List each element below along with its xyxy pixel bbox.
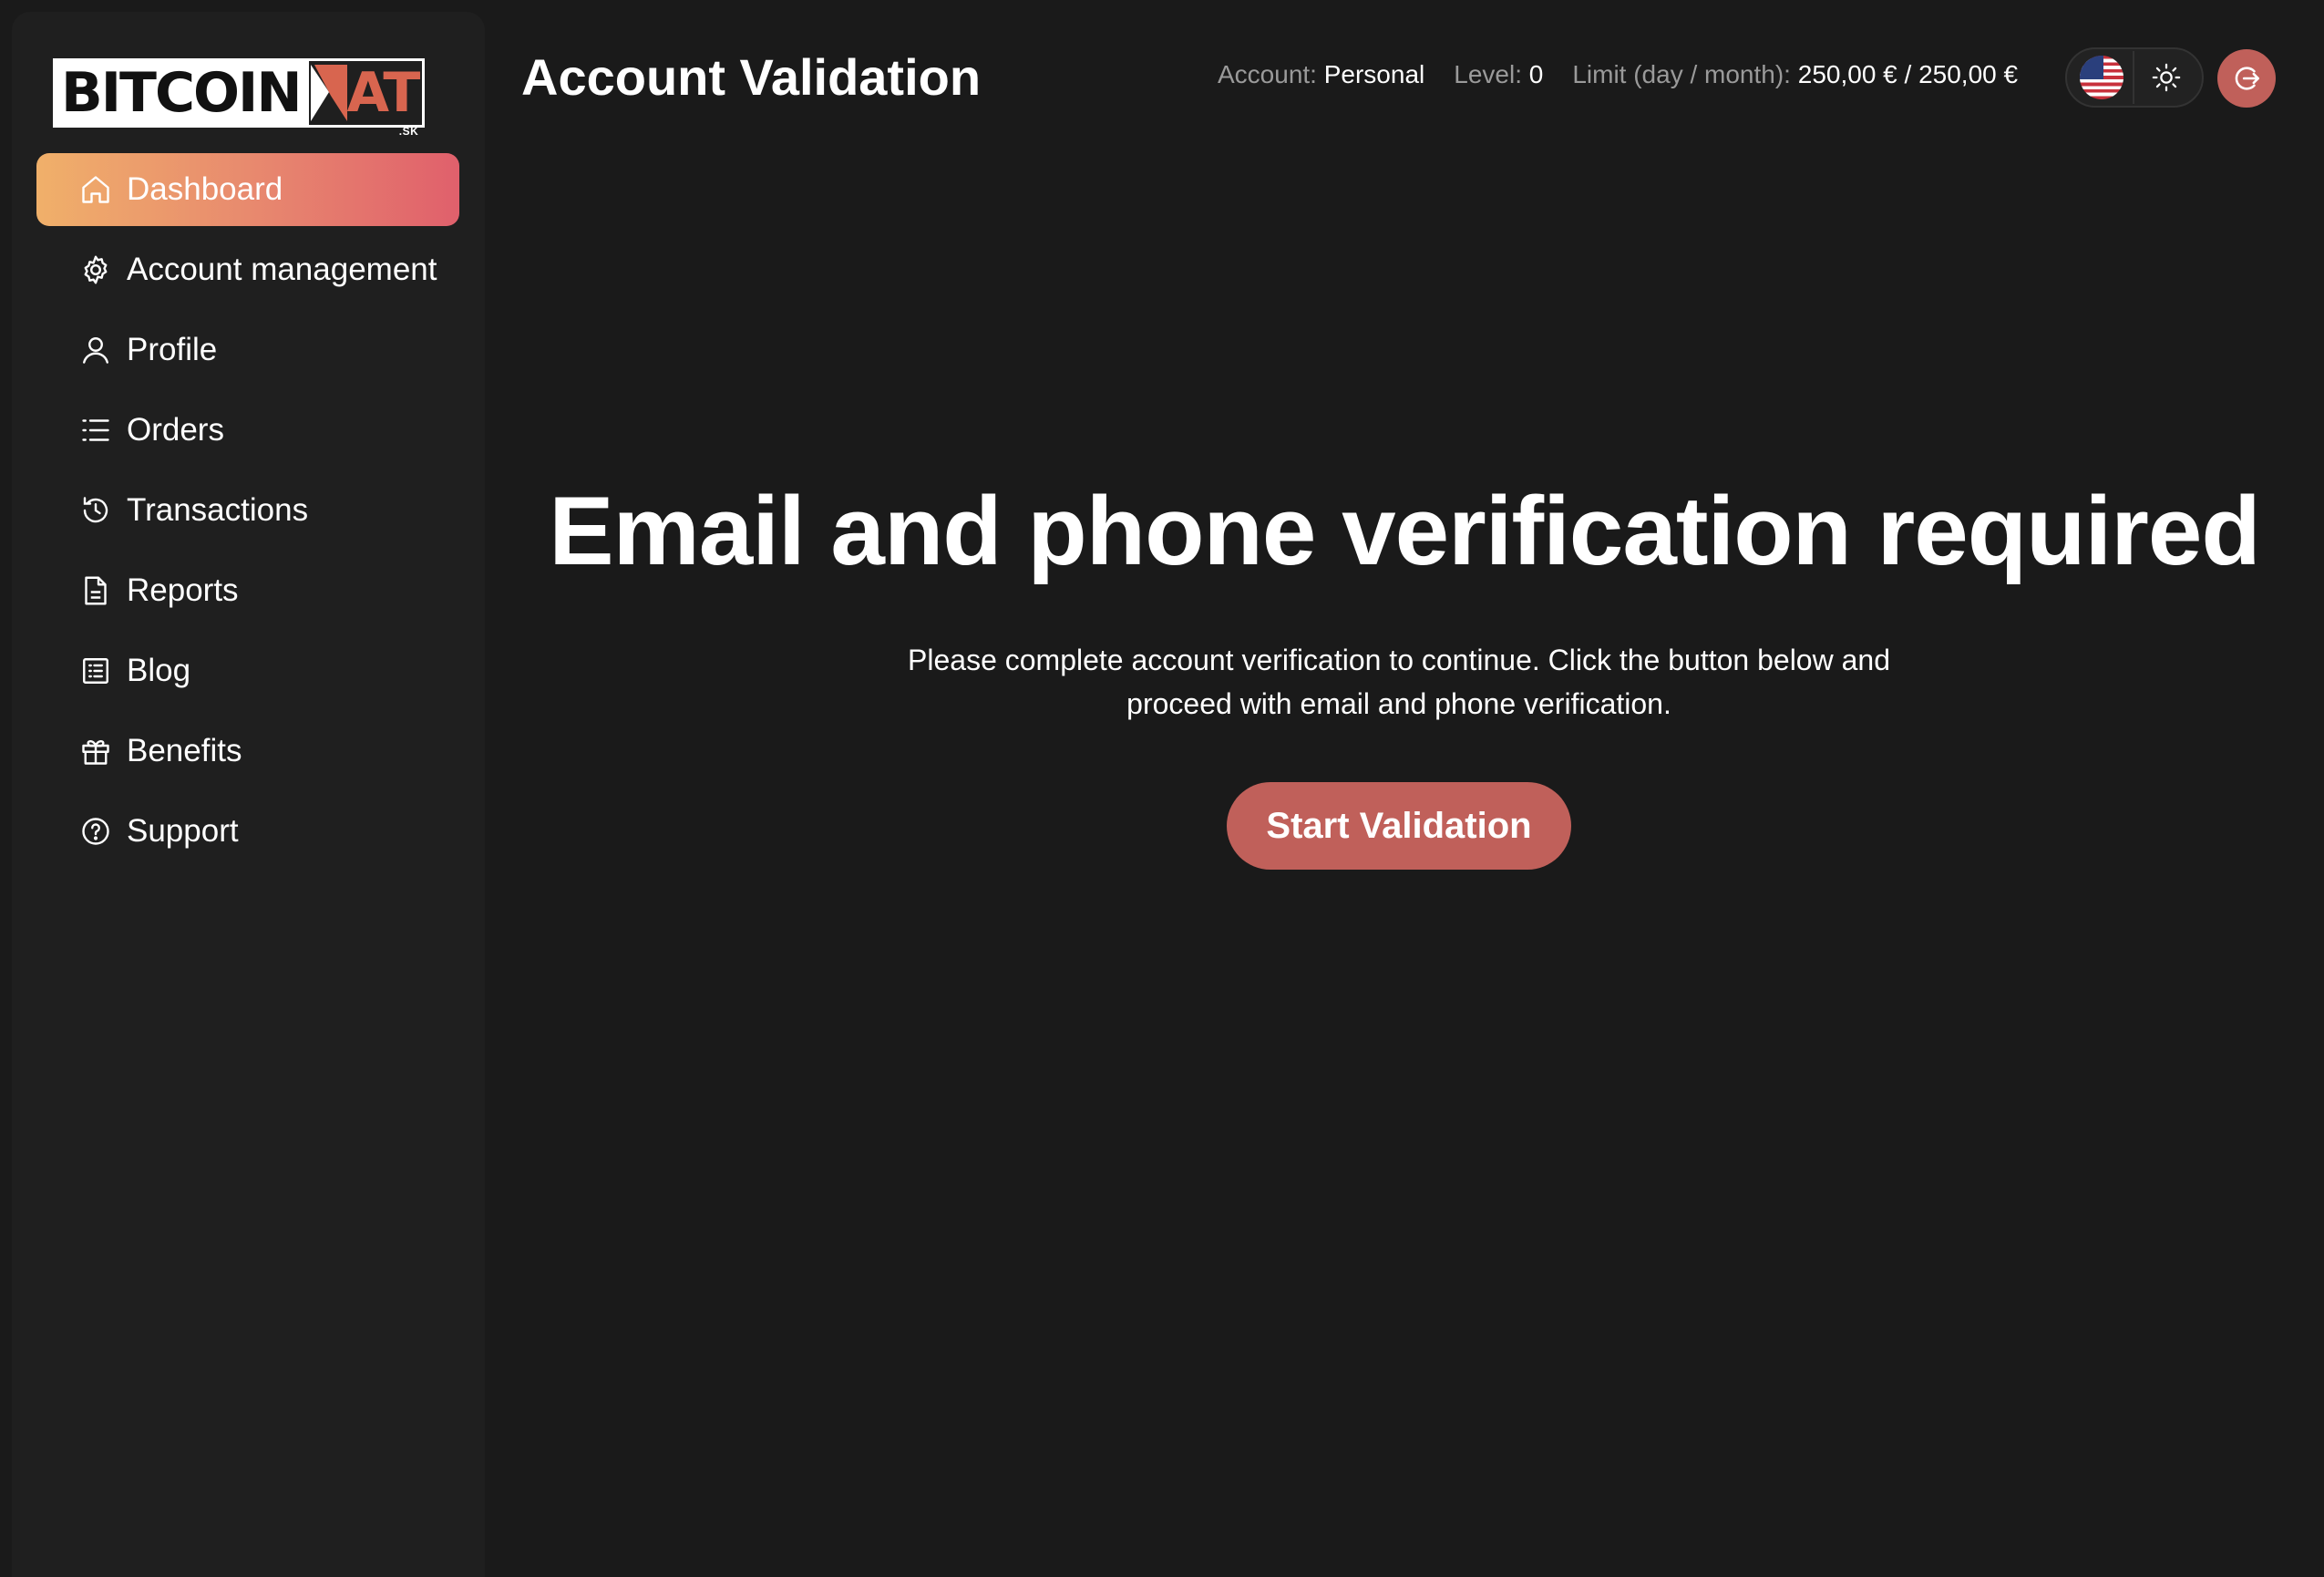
sidebar-nav: Dashboard Account management Profile Ord… — [36, 153, 459, 875]
help-icon — [79, 815, 112, 848]
header-toggles — [2065, 47, 2204, 108]
level-label: Level: — [1454, 60, 1522, 88]
sidebar-item-benefits[interactable]: Benefits — [36, 715, 459, 788]
sidebar: BITCOIN AT .SK Dashboard Account managem… — [12, 12, 485, 1577]
home-icon — [79, 173, 112, 206]
logo-text-right: AT — [346, 61, 421, 125]
verification-description: Please complete account verification to … — [908, 644, 1890, 720]
logo-suffix: .SK — [398, 125, 419, 138]
logo-right: AT .SK — [308, 58, 426, 138]
account-label: Account: — [1218, 60, 1317, 88]
sidebar-item-blog[interactable]: Blog — [36, 634, 459, 707]
list-icon — [79, 414, 112, 447]
sidebar-item-label: Account management — [127, 252, 437, 287]
language-switcher[interactable] — [2071, 51, 2135, 104]
blog-icon — [79, 655, 112, 687]
page-title: Account Validation — [521, 48, 982, 106]
history-icon — [79, 494, 112, 527]
user-icon — [79, 334, 112, 366]
sidebar-item-support[interactable]: Support — [36, 795, 459, 868]
sidebar-item-label: Profile — [127, 332, 218, 367]
document-icon — [79, 574, 112, 607]
gift-icon — [79, 735, 112, 768]
sidebar-item-label: Reports — [127, 572, 239, 608]
account-meta: Account: Personal Level: 0 Limit (day / … — [1218, 60, 2018, 89]
limit-value: 250,00 € / 250,00 € — [1797, 60, 2019, 88]
account-value: Personal — [1323, 60, 1425, 88]
app: BITCOIN AT .SK Dashboard Account managem… — [0, 0, 2324, 1577]
logout-icon — [2235, 67, 2260, 90]
sidebar-item-profile[interactable]: Profile — [36, 314, 459, 387]
level-value: 0 — [1528, 60, 1544, 88]
verification-heading: Email and phone verification required — [549, 476, 2261, 585]
gear-icon — [79, 253, 112, 286]
sidebar-item-transactions[interactable]: Transactions — [36, 474, 459, 547]
start-validation-button[interactable]: Start Validation — [1227, 782, 1571, 870]
sidebar-item-label: Support — [127, 813, 239, 849]
sidebar-item-label: Orders — [127, 412, 224, 448]
account-limit: Limit (day / month): 250,00 € / 250,00 € — [1572, 60, 2018, 89]
logout-button[interactable] — [2217, 49, 2276, 108]
account-level: Level: 0 — [1454, 60, 1543, 89]
sidebar-item-label: Dashboard — [127, 171, 283, 207]
theme-toggle[interactable] — [2134, 51, 2198, 104]
logo-m-mark-icon — [310, 65, 347, 121]
account-type: Account: Personal — [1218, 60, 1424, 89]
us-flag-icon — [2080, 56, 2124, 99]
sun-icon — [2152, 63, 2181, 92]
brand-logo[interactable]: BITCOIN AT .SK — [53, 53, 426, 138]
sidebar-item-dashboard[interactable]: Dashboard — [36, 153, 459, 226]
sidebar-item-label: Transactions — [127, 492, 309, 528]
sidebar-item-orders[interactable]: Orders — [36, 394, 459, 467]
sidebar-item-label: Blog — [127, 653, 191, 688]
sidebar-item-label: Benefits — [127, 733, 242, 768]
logo-text-left: BITCOIN — [53, 58, 309, 128]
sidebar-item-account-management[interactable]: Account management — [36, 233, 459, 306]
sidebar-item-reports[interactable]: Reports — [36, 554, 459, 627]
limit-label: Limit (day / month): — [1572, 60, 1791, 88]
